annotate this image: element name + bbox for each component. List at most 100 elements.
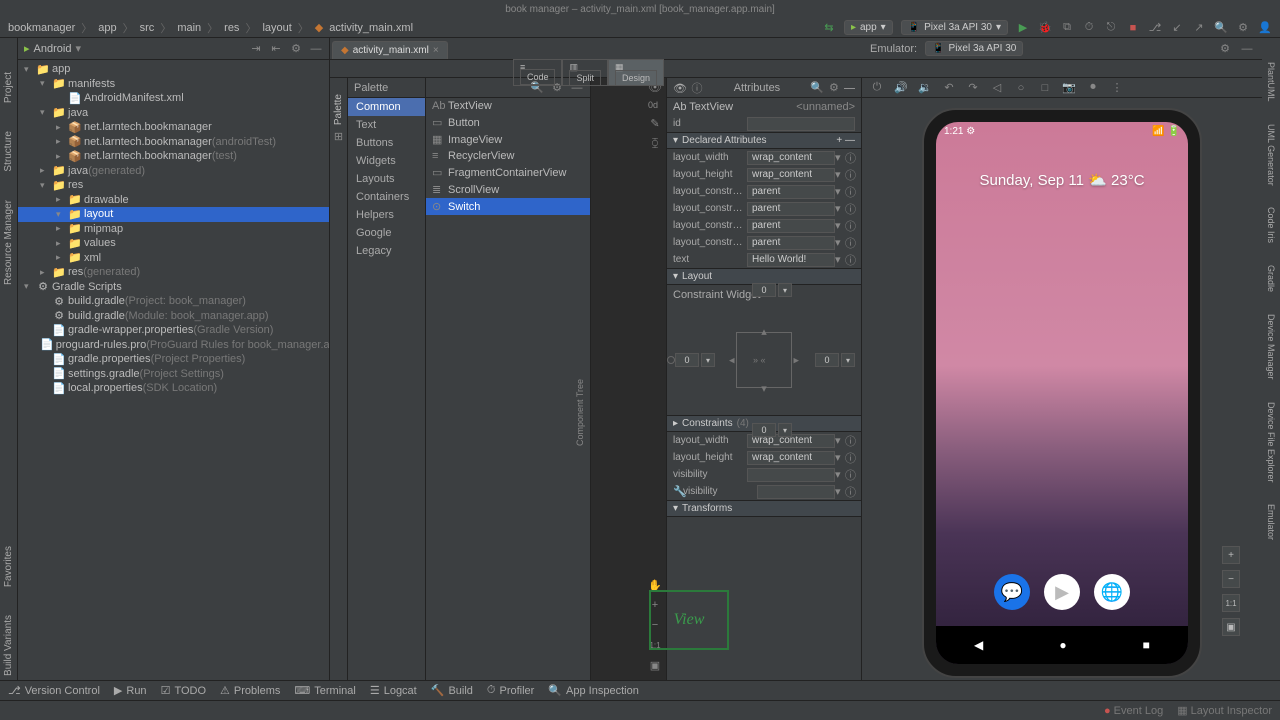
attr-gear-icon[interactable]: ⚙: [827, 81, 841, 95]
attr-value-field[interactable]: wrap_content: [747, 451, 835, 465]
wand-icon[interactable]: ✎: [648, 116, 662, 130]
attr-value-field[interactable]: Hello World!: [747, 253, 835, 267]
tree-row[interactable]: ▸📁mipmap: [18, 222, 329, 237]
bottom-tab[interactable]: 🔍App Inspection: [548, 684, 638, 697]
run-config-selector[interactable]: ▸app▾: [844, 20, 893, 35]
palette-category[interactable]: Layouts: [348, 170, 425, 188]
tree-row[interactable]: ▸📦net.larntech.bookmanager (androidTest): [18, 135, 329, 150]
transforms-section[interactable]: Transforms: [682, 503, 732, 514]
emulator-device-selector[interactable]: 📱 Pixel 3a API 30: [925, 41, 1023, 56]
file-tab[interactable]: ◆ activity_main.xml ×: [332, 41, 448, 59]
tree-row[interactable]: ▸📦net.larntech.bookmanager: [18, 120, 329, 135]
attr-value-field[interactable]: wrap_content: [747, 168, 835, 182]
tree-row[interactable]: 📄proguard-rules.pro (ProGuard Rules for …: [18, 338, 329, 353]
layout-section[interactable]: Layout: [682, 271, 712, 282]
attach-icon[interactable]: ⎋: [1104, 21, 1118, 35]
build-variants-tab[interactable]: Build Variants: [1, 611, 16, 680]
bottom-tab[interactable]: ▶Run: [114, 684, 147, 697]
volume-up-icon[interactable]: 🔊: [894, 81, 908, 95]
palette-toggle-icon[interactable]: ⊞: [332, 129, 346, 143]
code-mode[interactable]: ≡ Code: [513, 59, 563, 86]
attr-value-field[interactable]: [747, 468, 835, 482]
attr-value-field[interactable]: parent: [747, 236, 835, 250]
phone-screen[interactable]: 1:21 ⚙ 📶 🔋 Sunday, Sep 11 ⛅ 23°C 💬 ▶ 🌐 G: [936, 122, 1188, 664]
constraints-section[interactable]: Constraints: [682, 418, 733, 429]
layout-inspector-tab[interactable]: ▦ Layout Inspector: [1177, 704, 1272, 717]
avatar[interactable]: 👤: [1258, 21, 1272, 35]
project-tree[interactable]: ▾📁app▾📁manifests📄AndroidManifest.xml▾📁ja…: [18, 60, 329, 680]
tree-row[interactable]: ▾📁layout: [18, 207, 329, 222]
tree-row[interactable]: ▾📁app: [18, 62, 329, 77]
magnet-icon[interactable]: ⧲: [648, 136, 662, 150]
design-mode[interactable]: ▦ Design: [608, 59, 664, 86]
right-tab[interactable]: Code Iris: [1264, 203, 1278, 247]
tree-row[interactable]: ▸📁xml: [18, 251, 329, 266]
bottom-tab[interactable]: ⚠Problems: [220, 684, 280, 697]
tree-row[interactable]: ▸📦net.larntech.bookmanager (test): [18, 149, 329, 164]
bottom-tab[interactable]: ☰Logcat: [370, 684, 417, 697]
git-push-icon[interactable]: ↗: [1192, 21, 1206, 35]
bottom-tab[interactable]: ⏱Profiler: [487, 684, 534, 697]
screenshot-icon[interactable]: 📷: [1062, 81, 1076, 95]
git-icon[interactable]: ⎇: [1148, 21, 1162, 35]
git-pull-icon[interactable]: ↙: [1170, 21, 1184, 35]
default-margin[interactable]: 0d: [648, 100, 662, 110]
palette-item[interactable]: AbTextView: [426, 98, 590, 114]
bottom-tab[interactable]: ⎇Version Control: [8, 684, 100, 697]
tree-row[interactable]: 📄settings.gradle (Project Settings): [18, 367, 329, 382]
constraint-widget[interactable]: ▴ ▾ ◂ ▸ » « 0 ▾ 0 ▾ 0 ▾ 0 ▾: [667, 305, 861, 415]
split-mode[interactable]: ▥ Split: [562, 59, 608, 86]
emu-zoom-fit[interactable]: 1:1: [1222, 594, 1240, 612]
settings-icon[interactable]: ⚙: [1236, 21, 1250, 35]
attr-value-field[interactable]: parent: [747, 219, 835, 233]
right-tab[interactable]: Device Manager: [1264, 310, 1278, 384]
emu-zoom-in[interactable]: +: [1222, 546, 1240, 564]
debug-icon[interactable]: 🐞: [1038, 21, 1052, 35]
palette-category[interactable]: Text: [348, 116, 425, 134]
nav-back-icon[interactable]: ◀: [974, 638, 983, 652]
back-icon[interactable]: ◁: [990, 81, 1004, 95]
chrome-icon[interactable]: 🌐: [1094, 574, 1130, 610]
right-tab[interactable]: Gradle: [1264, 261, 1278, 296]
structure-tab[interactable]: Structure: [1, 127, 16, 176]
hide-icon[interactable]: —: [309, 42, 323, 56]
tree-row[interactable]: ▾📁manifests: [18, 77, 329, 92]
palette-category[interactable]: Widgets: [348, 152, 425, 170]
search-icon[interactable]: 🔍: [1214, 21, 1228, 35]
rotate-left-icon[interactable]: ↶: [942, 81, 956, 95]
emu-zoom-out[interactable]: −: [1222, 570, 1240, 588]
tree-row[interactable]: 📄AndroidManifest.xml: [18, 91, 329, 106]
palette-item[interactable]: ⊙Switch: [426, 198, 590, 215]
resource-manager-tab[interactable]: Resource Manager: [1, 196, 16, 289]
palette-category[interactable]: Legacy: [348, 242, 425, 260]
more-icon[interactable]: ⋮: [1110, 81, 1124, 95]
event-log-tab[interactable]: ● Event Log: [1104, 705, 1163, 717]
overview-icon[interactable]: □: [1038, 81, 1052, 95]
bottom-tab[interactable]: ⌨Terminal: [294, 684, 355, 697]
emulator-settings-icon[interactable]: ⚙: [1218, 42, 1232, 56]
tree-row[interactable]: 📄local.properties (SDK Location): [18, 381, 329, 396]
favorites-tab[interactable]: Favorites: [1, 542, 16, 591]
palette-item[interactable]: ▦ImageView: [426, 131, 590, 148]
palette-category[interactable]: Common: [348, 98, 425, 116]
breadcrumb[interactable]: bookmanager〉app〉src〉main〉res〉layout〉◆ ac…: [0, 20, 413, 36]
nav-overview-icon[interactable]: ■: [1143, 638, 1150, 652]
tree-row[interactable]: ▸📁values: [18, 236, 329, 251]
profile-icon[interactable]: ⏱: [1082, 21, 1096, 35]
project-view-selector[interactable]: Android: [34, 43, 72, 55]
tree-row[interactable]: ▾📁res: [18, 178, 329, 193]
tree-row[interactable]: ⚙build.gradle (Project: book_manager): [18, 294, 329, 309]
tree-row[interactable]: ▾⚙Gradle Scripts: [18, 280, 329, 295]
zoom-reset-icon[interactable]: ▣: [648, 658, 662, 672]
view-preview[interactable]: View: [649, 590, 729, 650]
sync-icon[interactable]: ⇆: [822, 21, 836, 35]
expand-icon[interactable]: ⇤: [269, 42, 283, 56]
tree-row[interactable]: 📄gradle.properties (Project Properties): [18, 352, 329, 367]
palette-category[interactable]: Containers: [348, 188, 425, 206]
attr-value-field[interactable]: parent: [747, 202, 835, 216]
right-tab[interactable]: Device File Explorer: [1264, 398, 1278, 487]
close-icon[interactable]: ×: [433, 45, 439, 56]
palette-category[interactable]: Buttons: [348, 134, 425, 152]
id-field[interactable]: [747, 117, 855, 131]
tree-row[interactable]: ▸📁res (generated): [18, 265, 329, 280]
